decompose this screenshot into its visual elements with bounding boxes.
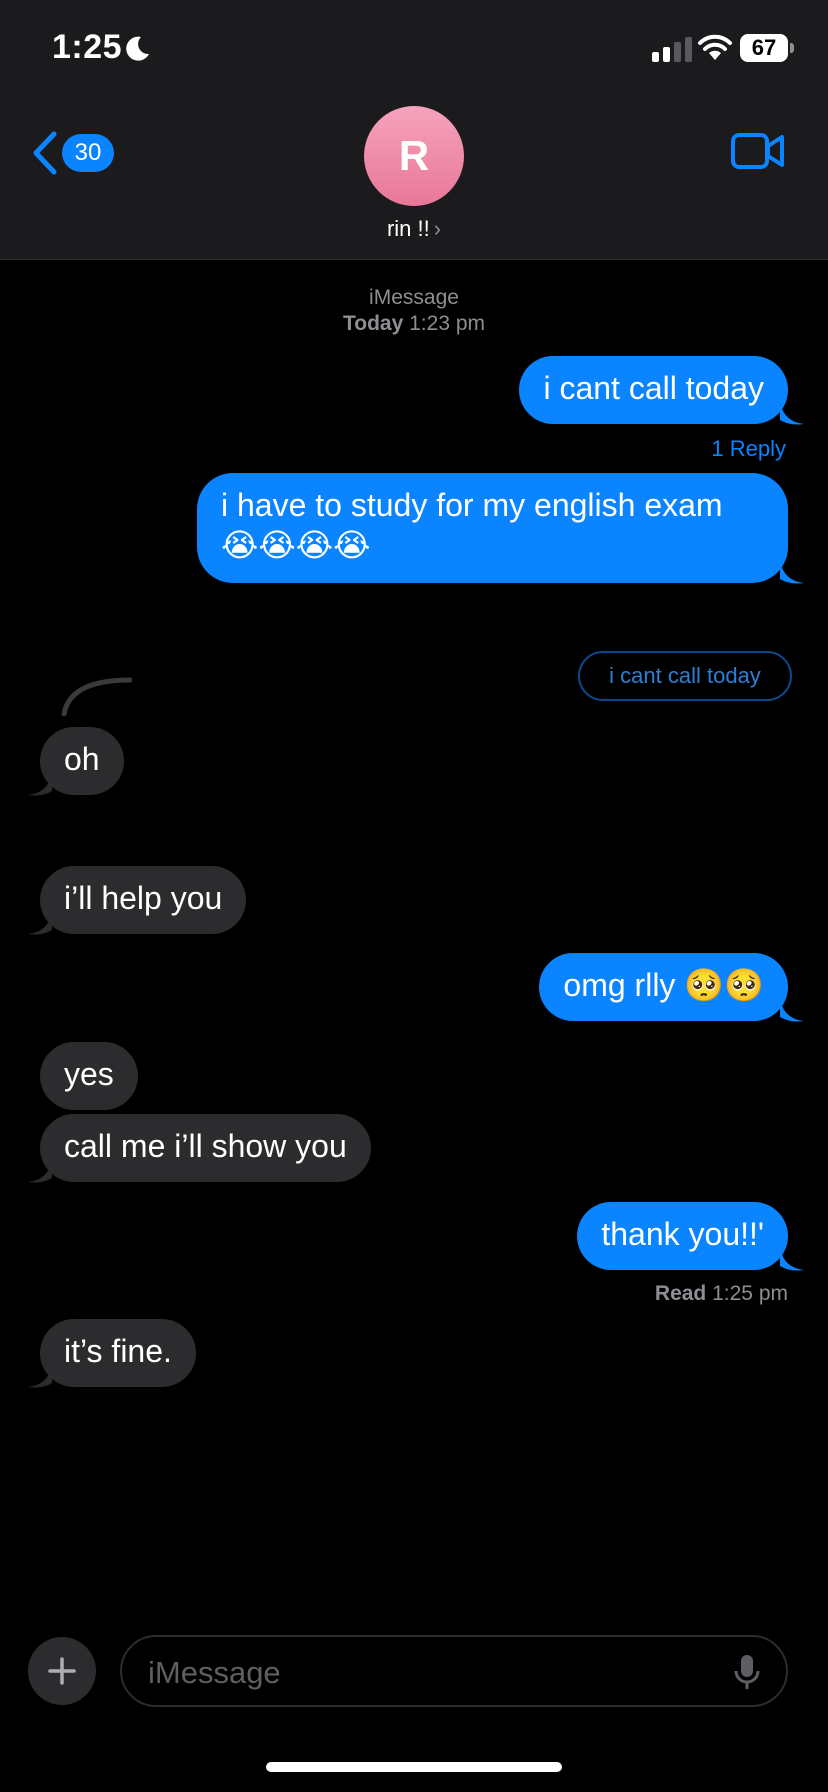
bubble-tail bbox=[780, 402, 804, 425]
bubble-tail bbox=[28, 1160, 52, 1183]
back-chevron-icon[interactable] bbox=[30, 130, 60, 176]
date-time: 1:23 pm bbox=[409, 312, 486, 335]
reply-count-link[interactable]: 1 Reply bbox=[711, 436, 786, 462]
back-unread-badge[interactable]: 30 bbox=[62, 134, 114, 172]
video-call-icon[interactable] bbox=[730, 130, 786, 172]
home-indicator[interactable] bbox=[266, 1762, 562, 1772]
battery-level: 67 bbox=[740, 34, 788, 62]
bubble-tail bbox=[780, 1248, 804, 1271]
bubble-tail bbox=[28, 912, 52, 935]
received-message[interactable]: it’s fine. bbox=[40, 1319, 196, 1387]
read-label: Read bbox=[654, 1282, 707, 1305]
contact-name-label: rin !! bbox=[386, 216, 430, 241]
signal-icon bbox=[652, 36, 692, 62]
sent-message[interactable]: omg rlly 🥺🥺 bbox=[539, 953, 788, 1021]
chevron-right-icon: › bbox=[433, 216, 442, 241]
wifi-icon bbox=[698, 34, 732, 60]
received-message[interactable]: i’ll help you bbox=[40, 866, 247, 934]
contact-name[interactable]: rin !! › bbox=[0, 216, 828, 242]
bubble-tail bbox=[780, 999, 804, 1022]
status-time: 1:25 bbox=[52, 28, 123, 66]
date-stamp: Today 1:23 pm bbox=[0, 312, 828, 336]
apps-plus-button[interactable] bbox=[28, 1637, 96, 1705]
sent-message[interactable]: thank you!!' bbox=[577, 1202, 788, 1270]
date-label: Today bbox=[342, 312, 404, 335]
bubble-tail bbox=[780, 561, 804, 584]
message-input-placeholder: iMessage bbox=[148, 1655, 281, 1690]
plus-icon bbox=[48, 1657, 76, 1685]
moon-icon bbox=[126, 36, 149, 61]
bubble-tail bbox=[28, 773, 52, 796]
service-label: iMessage bbox=[369, 286, 459, 309]
quoted-reply[interactable]: i cant call today bbox=[578, 651, 792, 701]
message-input[interactable]: iMessage bbox=[120, 1635, 788, 1707]
sent-message[interactable]: i have to study for my english exam 😭😭😭😭 bbox=[197, 473, 788, 583]
avatar[interactable]: R bbox=[364, 106, 464, 206]
battery-icon: 67 bbox=[740, 34, 794, 62]
received-message[interactable]: yes bbox=[40, 1042, 138, 1110]
bubble-tail bbox=[28, 1365, 52, 1388]
read-receipt: Read 1:25 pm bbox=[655, 1282, 788, 1306]
received-message[interactable]: call me i’ll show you bbox=[40, 1114, 371, 1182]
read-time: 1:25 pm bbox=[712, 1282, 788, 1305]
received-message[interactable]: oh bbox=[40, 727, 124, 795]
conversation-header: 1:25 67 30 R rin !! › bbox=[0, 0, 828, 260]
reply-thread-line bbox=[61, 677, 132, 716]
microphone-icon[interactable] bbox=[734, 1653, 760, 1691]
sent-message[interactable]: i cant call today bbox=[519, 356, 788, 424]
